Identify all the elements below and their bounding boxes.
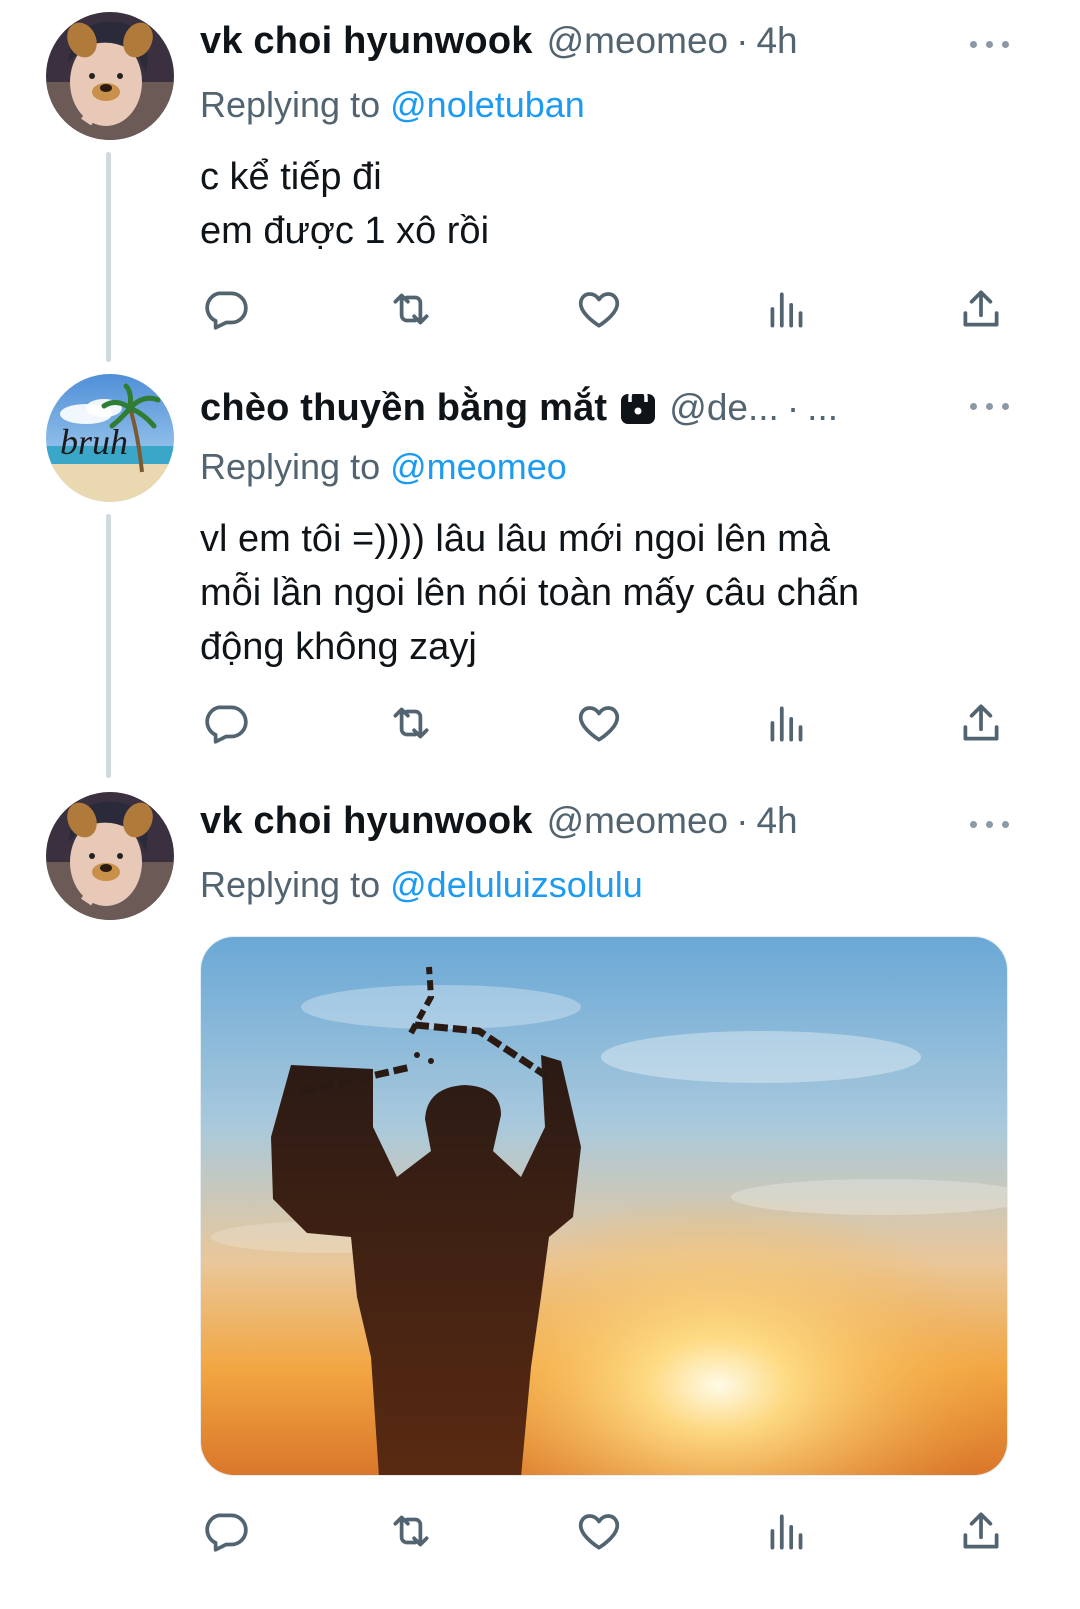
reply-icon[interactable] bbox=[200, 698, 250, 748]
avatar-image: bruh bbox=[46, 374, 174, 502]
tweet-header: vk choi hyunwook @meomeo · 4h bbox=[200, 800, 1040, 850]
share-icon[interactable] bbox=[956, 698, 1006, 748]
action-bar bbox=[200, 698, 1020, 748]
views-icon[interactable] bbox=[762, 284, 812, 334]
share-icon[interactable] bbox=[956, 1506, 1006, 1556]
author-name[interactable]: vk choi hyunwook bbox=[200, 20, 533, 63]
retweet-icon[interactable] bbox=[386, 284, 436, 334]
replying-prefix: Replying to bbox=[200, 864, 381, 905]
timestamp[interactable]: 4h bbox=[756, 800, 797, 842]
more-options-icon[interactable] bbox=[970, 400, 1010, 412]
replying-prefix: Replying to bbox=[200, 446, 381, 487]
tweet[interactable]: vk choi hyunwook @meomeo · 4h Replying t… bbox=[0, 780, 1080, 1609]
tweet-text: c kể tiếp đi em được 1 xô rồi bbox=[200, 150, 1020, 258]
reply-icon[interactable] bbox=[200, 284, 250, 334]
tweet-header: chèo thuyền bằng mắt @de... · ... bbox=[200, 382, 1040, 432]
sunset-silhouette-image bbox=[201, 937, 1007, 1475]
like-icon[interactable] bbox=[574, 284, 624, 334]
action-bar bbox=[200, 284, 1020, 334]
replying-to: Replying to @noletuban bbox=[200, 84, 585, 126]
tweet-media-image[interactable] bbox=[200, 936, 1008, 1476]
share-icon[interactable] bbox=[956, 284, 1006, 334]
retweet-icon[interactable] bbox=[386, 1506, 436, 1556]
tweet[interactable]: bruh chèo thuyền bằng mắt @de... · ... R… bbox=[0, 362, 1080, 780]
more-options-icon[interactable] bbox=[970, 818, 1010, 830]
author-handle[interactable]: @meomeo bbox=[547, 20, 729, 62]
author-handle[interactable]: @de... bbox=[669, 387, 779, 429]
avatar-text: bruh bbox=[60, 422, 128, 462]
replying-to: Replying to @meomeo bbox=[200, 446, 567, 488]
tweet-text-line: vl em tôi =)))) lâu lâu mới ngoi lên mà bbox=[200, 518, 830, 560]
more-options-icon[interactable] bbox=[970, 38, 1010, 50]
views-icon[interactable] bbox=[762, 698, 812, 748]
tweet-text-line: c kể tiếp đi bbox=[200, 156, 382, 198]
timestamp[interactable]: 4h bbox=[756, 20, 797, 62]
author-handle[interactable]: @meomeo bbox=[547, 800, 729, 842]
separator: · bbox=[786, 387, 800, 428]
avatar-image bbox=[46, 12, 174, 140]
tweet[interactable]: vk choi hyunwook @meomeo · 4h Replying t… bbox=[0, 0, 1080, 362]
tweet-text-line: mỗi lần ngoi lên nói toàn mấy câu chấn bbox=[200, 572, 860, 614]
avatar[interactable] bbox=[46, 792, 174, 920]
replying-prefix: Replying to bbox=[200, 84, 381, 125]
avatar[interactable] bbox=[46, 12, 174, 140]
replying-to: Replying to @deluluizsolulu bbox=[200, 864, 643, 906]
tweet-text-line: em được 1 xô rồi bbox=[200, 210, 490, 252]
mention-link[interactable]: @deluluizsolulu bbox=[390, 864, 643, 905]
avatar[interactable]: bruh bbox=[46, 374, 174, 502]
retweet-icon[interactable] bbox=[386, 698, 436, 748]
action-bar bbox=[200, 1506, 1020, 1556]
timestamp[interactable]: ... bbox=[807, 387, 838, 429]
mention-link[interactable]: @noletuban bbox=[390, 84, 585, 125]
thread-line bbox=[106, 152, 111, 362]
author-name[interactable]: chèo thuyền bằng mắt bbox=[200, 387, 607, 430]
reply-icon[interactable] bbox=[200, 1506, 250, 1556]
tweet-text: vl em tôi =)))) lâu lâu mới ngoi lên mà … bbox=[200, 512, 1020, 674]
like-icon[interactable] bbox=[574, 698, 624, 748]
thread-line bbox=[106, 514, 111, 778]
like-icon[interactable] bbox=[574, 1506, 624, 1556]
lock-icon bbox=[621, 386, 656, 424]
separator: · bbox=[736, 800, 749, 841]
views-icon[interactable] bbox=[762, 1506, 812, 1556]
mention-link[interactable]: @meomeo bbox=[390, 446, 567, 487]
author-name[interactable]: vk choi hyunwook bbox=[200, 800, 533, 843]
separator: · bbox=[736, 20, 749, 61]
tweet-header: vk choi hyunwook @meomeo · 4h bbox=[200, 20, 1040, 70]
tweet-text-line: động không zayj bbox=[200, 626, 477, 668]
avatar-image bbox=[46, 792, 174, 920]
